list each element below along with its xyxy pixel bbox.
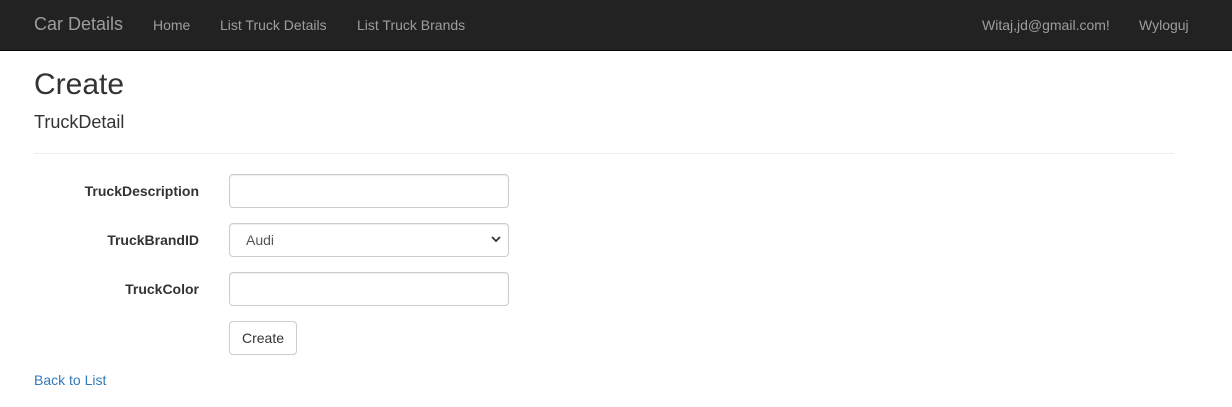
chevron-down-icon [491, 236, 501, 243]
back-to-list-link[interactable]: Back to List [34, 372, 106, 388]
truck-brand-id-label: TruckBrandID [107, 232, 199, 248]
truck-brand-selected-value: Audi [246, 232, 275, 248]
truck-description-input[interactable] [229, 174, 509, 208]
truck-brand-select[interactable]: Audi [229, 223, 509, 257]
truck-color-input[interactable] [229, 272, 509, 306]
create-button[interactable]: Create [229, 321, 297, 355]
nav-list-truck-brands-link[interactable]: List Truck Brands [357, 17, 465, 33]
user-greeting-link[interactable]: Witaj,jd@gmail.com! [982, 17, 1110, 33]
top-navbar: Car Details Home List Truck Details List… [0, 0, 1232, 51]
logout-link[interactable]: Wyloguj [1139, 17, 1189, 33]
truck-description-label: TruckDescription [84, 183, 199, 199]
divider [34, 153, 1174, 154]
nav-list-truck-details-link[interactable]: List Truck Details [220, 17, 327, 33]
page-title: Create [34, 68, 125, 101]
nav-home-link[interactable]: Home [153, 17, 190, 33]
truck-color-label: TruckColor [125, 281, 199, 297]
brand-link[interactable]: Car Details [34, 14, 123, 35]
page-subtitle: TruckDetail [34, 112, 125, 132]
